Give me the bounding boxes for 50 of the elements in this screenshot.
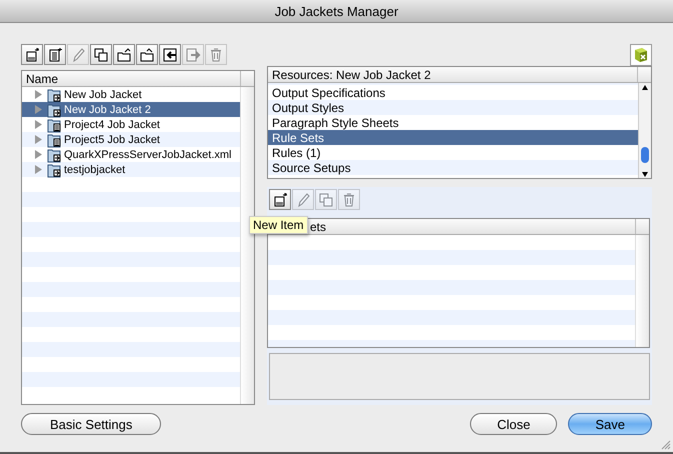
resource-name: Output Styles [272, 100, 344, 114]
jacket-list-icon [46, 132, 62, 148]
jacket-name: testjobjacket [64, 164, 126, 176]
column-header-label: Name [26, 72, 58, 86]
window-title: Job Jackets Manager [274, 4, 398, 18]
jacket-link-icon [46, 162, 62, 178]
new-list-icon[interactable] [44, 44, 66, 65]
duplicate-icon[interactable] [90, 44, 112, 65]
disclosure-triangle-icon[interactable] [34, 165, 43, 174]
scrollbar[interactable] [638, 83, 651, 178]
push-button[interactable]: Save [568, 413, 652, 435]
resize-grip-icon[interactable] [661, 440, 671, 450]
resource-row[interactable]: Source Setups [268, 160, 638, 175]
disclosure-triangle-icon[interactable] [34, 135, 43, 144]
push-button[interactable]: Basic Settings [21, 413, 162, 435]
column-header-label: ets [310, 220, 326, 234]
resource-row[interactable]: Rule Sets [268, 130, 638, 145]
resource-name: Output Specifications [272, 86, 386, 100]
push-button[interactable]: Close [470, 413, 558, 435]
new-item-icon[interactable] [21, 44, 43, 65]
column-header[interactable]: Name [22, 71, 254, 87]
jacket-row[interactable]: New Job Jacket 2 [22, 102, 240, 117]
resource-name: Rule Sets [272, 130, 324, 144]
tooltip: New Item [249, 216, 308, 234]
jacket-list-icon [46, 116, 62, 132]
disclosure-triangle-icon[interactable] [34, 105, 43, 114]
jacket-name: Project5 Job Jacket [64, 134, 160, 146]
folder-icon[interactable] [113, 44, 135, 65]
resource-name: Source Setups [272, 160, 351, 174]
jacket-link-icon [46, 146, 62, 162]
import-icon[interactable] [159, 44, 181, 65]
column-header-label: Resources: New Job Jacket 2 [272, 68, 431, 82]
jacket-link-icon [46, 102, 62, 118]
folder-icon[interactable] [136, 44, 158, 65]
disclosure-triangle-icon[interactable] [34, 90, 43, 99]
new-item-icon[interactable] [269, 189, 291, 210]
jacket-link-icon [46, 87, 62, 102]
cube-icon[interactable] [630, 44, 652, 66]
disclosure-triangle-icon[interactable] [34, 120, 43, 129]
jacket-name: New Job Jacket [64, 88, 142, 100]
column-header[interactable]: Resources: New Job Jacket 2 [268, 67, 651, 83]
resource-name: Paragraph Style Sheets [272, 116, 399, 130]
disclosure-triangle-icon[interactable] [34, 150, 43, 159]
jacket-name: QuarkXPressServerJobJacket.xml [64, 148, 232, 160]
jacket-row[interactable]: Project5 Job Jacket [22, 132, 240, 147]
jacket-name: New Job Jacket 2 [64, 104, 151, 116]
jacket-name: Project4 Job Jacket [64, 118, 160, 130]
resource-row[interactable]: Output Styles [268, 100, 638, 115]
resource-name: Rules (1) [272, 146, 321, 160]
jacket-row[interactable]: testjobjacket [22, 162, 240, 177]
